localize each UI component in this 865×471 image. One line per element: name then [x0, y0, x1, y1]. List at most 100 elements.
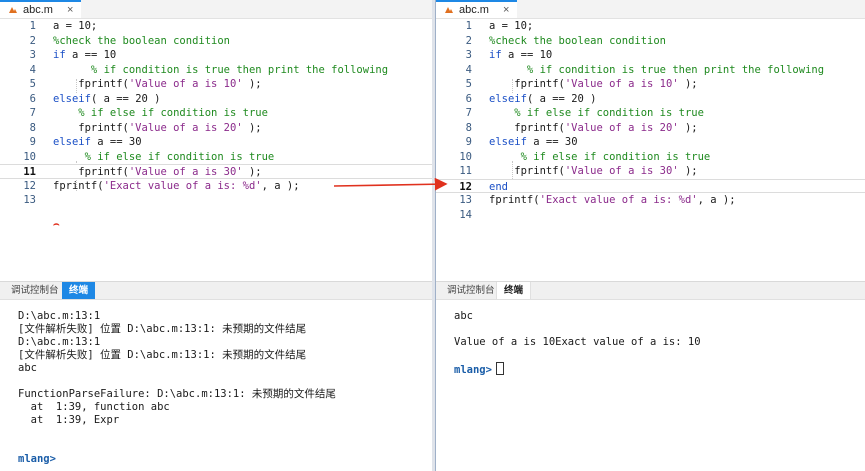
right-bottom-panel: 调试控制台 终端 abc Value of a is 10Exact value … [436, 281, 865, 471]
line-number: 11 [23, 166, 36, 178]
left-terminal-output[interactable]: D:\abc.m:13:1 [文件解析失败] 位置 D:\abc.m:13:1: … [18, 310, 428, 466]
code-token: fprintf( [53, 166, 129, 178]
code-line[interactable]: 12 end [436, 178, 865, 195]
code-token: % if else if condition is true [489, 150, 711, 163]
code-token: fprintf( [489, 78, 565, 90]
terminal-prompt: mlang> [18, 453, 428, 466]
code-line[interactable]: 3 if a == 10 [0, 48, 432, 63]
code-line[interactable]: 9 elseif a == 30 [436, 135, 865, 150]
error-squiggle-icon: ⌢ [53, 219, 60, 230]
tab-debug-console[interactable]: 调试控制台 [440, 282, 502, 299]
code-text: fprintf('Value of a is 20' ); [489, 121, 698, 136]
code-token: , a ); [697, 194, 736, 206]
line-number: 2 [465, 34, 472, 47]
terminal-cursor[interactable] [495, 362, 504, 375]
code-line[interactable]: 12 fprintf('Exact value of a is: %d', a )… [0, 179, 432, 194]
code-text: fprintf('Value of a is 20' ); [53, 121, 261, 136]
code-token: ); [678, 121, 698, 134]
code-token: fprintf( [489, 194, 540, 206]
code-token: 'Value of a is 10' [128, 78, 243, 90]
terminal-text: mlang> [18, 453, 56, 465]
tab-debug-console[interactable]: 调试控制台 [4, 282, 66, 299]
right-terminal-output[interactable]: abc Value of a is 10Exact value of a is: … [454, 310, 862, 376]
code-line[interactable]: 11 fprintf('Value of a is 30' ); [436, 164, 865, 179]
terminal-text: Value of a is 10Exact value of a is: 10 [454, 336, 701, 348]
code-line[interactable]: 1 a = 10; [0, 19, 432, 34]
code-line[interactable]: 2 %check the boolean condition [436, 34, 865, 49]
code-text: if a == 10 [53, 48, 116, 63]
code-token: 'Value of a is 20' [128, 121, 243, 134]
code-line[interactable]: 7 % if else if condition is true [436, 106, 865, 121]
terminal-line: at 1:39, function abc [18, 401, 428, 414]
code-line[interactable]: 1 a = 10; [436, 19, 865, 34]
tab-terminal[interactable]: 终端 [62, 282, 96, 299]
code-token: fprintf( [53, 121, 129, 134]
line-number: 12 [459, 180, 472, 193]
code-token: 'Exact value of a is: %d' [103, 179, 262, 192]
code-token: 'Value of a is 10' [564, 78, 679, 90]
code-line[interactable]: 4 % if condition is true then print the … [0, 63, 432, 78]
code-line[interactable]: 3 if a == 10 [436, 48, 865, 63]
tab-terminal[interactable]: 终端 [496, 282, 532, 299]
code-token: ( a == 20 ) [526, 92, 597, 105]
code-token: %check the boolean condition [489, 34, 667, 47]
code-text: end [489, 180, 508, 195]
code-text: fprintf('Value of a is 10' ); [489, 77, 697, 92]
code-text: if a == 10 [489, 48, 552, 63]
code-line[interactable]: 10 % if else if condition is true [0, 150, 432, 165]
code-text: %check the boolean condition [53, 34, 230, 49]
code-token: ); [678, 165, 698, 177]
code-line[interactable]: 5 fprintf('Value of a is 10' ); [0, 77, 432, 92]
code-text: fprintf('Exact value of a is: %d', a ); [489, 193, 736, 208]
code-token: a == 30 [526, 136, 578, 148]
code-line[interactable]: 4 % if condition is true then print the … [436, 63, 865, 78]
code-line[interactable]: 13 fprintf('Exact value of a is: %d', a )… [436, 193, 865, 208]
left-code-editor[interactable]: 1 a = 10; 2 %check the boolean condition 3 if… [0, 19, 432, 279]
left-file-tab[interactable]: abc.m × [0, 0, 82, 18]
terminal-text: FunctionParseFailure: D:\abc.m:13:1: 未预期… [18, 388, 336, 400]
code-line[interactable]: 8 fprintf('Value of a is 20' ); [436, 121, 865, 136]
code-line[interactable]: 11 fprintf('Value of a is 30' ); [0, 164, 432, 179]
code-text: %check the boolean condition [489, 34, 666, 49]
code-line[interactable]: 2 %check the boolean condition [0, 34, 432, 49]
right-code-editor[interactable]: 1 a = 10; 2 %check the boolean condition 3 if… [436, 19, 865, 279]
line-number: 7 [29, 107, 36, 119]
code-line[interactable]: 10 % if else if condition is true [436, 150, 865, 165]
terminal-text: mlang> [454, 364, 492, 376]
left-tab-bar: abc.m × [0, 0, 432, 19]
code-token: % if else if condition is true [53, 107, 268, 119]
code-line[interactable]: 14 [436, 208, 865, 223]
code-line[interactable]: 7 % if else if condition is true [0, 106, 432, 121]
code-text: elseif( a == 20 ) [53, 92, 160, 107]
line-number: 8 [465, 121, 472, 134]
code-line[interactable]: 9 elseif a == 30 [0, 135, 432, 150]
code-token: end [489, 180, 508, 193]
code-text: a = 10; [53, 19, 97, 34]
code-line[interactable]: 6 elseif( a == 20 ) [0, 92, 432, 107]
line-number: 9 [29, 136, 36, 148]
right-tab-bar: abc.m × [436, 0, 865, 19]
close-icon[interactable]: × [503, 4, 509, 16]
code-token: % if else if condition is true [53, 150, 275, 163]
line-number: 5 [465, 78, 472, 90]
line-number: 6 [29, 92, 36, 105]
line-number: 8 [29, 121, 36, 134]
line-number: 9 [465, 136, 472, 148]
code-token: a = 10; [489, 20, 534, 32]
code-text: fprintf('Value of a is 30' ); [53, 165, 261, 180]
code-line[interactable]: 13 [0, 193, 432, 208]
code-line[interactable]: 6 elseif( a == 20 ) [436, 92, 865, 107]
left-bottom-panel: 调试控制台 终端 D:\abc.m:13:1 [文件解析失败] 位置 D:\abc… [0, 281, 432, 471]
code-line[interactable]: 8 fprintf('Value of a is 20' ); [0, 121, 432, 136]
close-icon[interactable]: × [67, 4, 73, 16]
matlab-file-icon [444, 5, 454, 15]
terminal-line: D:\abc.m:13:1 [18, 336, 428, 349]
code-text: a = 10; [489, 19, 533, 34]
code-line[interactable]: 5 fprintf('Value of a is 10' ); [436, 77, 865, 92]
right-file-tab[interactable]: abc.m × [436, 0, 518, 18]
code-token: % if else if condition is true [489, 107, 704, 119]
terminal-text: at 1:39, function abc [18, 401, 170, 413]
